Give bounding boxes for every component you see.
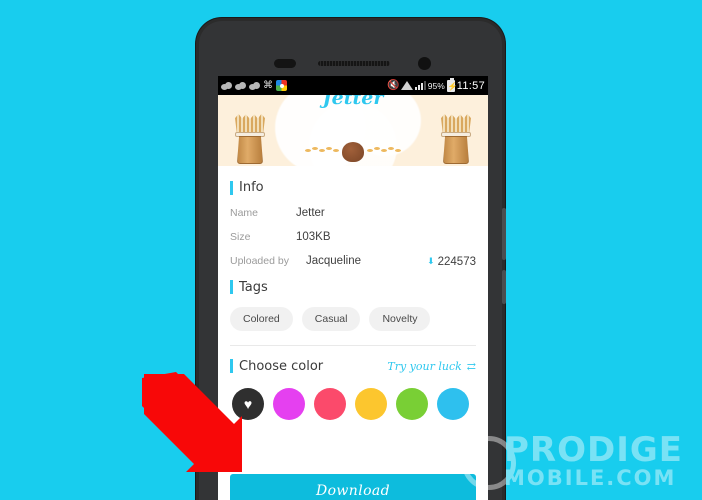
color-swatch-yellow[interactable] — [355, 387, 387, 420]
download-arrow-icon: ⬇ — [427, 256, 435, 266]
earpiece-speaker-icon — [318, 61, 390, 66]
download-button[interactable]: Download — [230, 474, 476, 500]
cloud-sync-icon — [249, 81, 260, 90]
info-section-heading: Info — [230, 166, 476, 195]
tag-chip[interactable]: Novelty — [369, 306, 431, 331]
cloud-sync-icon — [221, 81, 232, 90]
info-row-uploader: Uploaded by Jacqueline ⬇ 224573 — [230, 255, 476, 268]
power-button[interactable] — [502, 270, 506, 304]
color-swatch-blue[interactable] — [437, 387, 469, 420]
mute-icon: 🔇 — [387, 80, 399, 91]
tags-section-heading: Tags — [230, 268, 476, 295]
tag-chip[interactable]: Colored — [230, 306, 293, 331]
red-arrow-icon — [142, 372, 242, 472]
section-accent-bar — [230, 180, 233, 195]
wheat-ornament-icon — [305, 146, 339, 156]
wheat-ornament-icon — [367, 146, 401, 156]
info-value: Jacqueline — [306, 255, 361, 267]
info-heading-label: Info — [239, 180, 264, 195]
detail-content: Info Name Jetter Size 103KB Uploaded by … — [218, 166, 488, 500]
status-bar: ⌘ 🔇 95% ⚡ 11:57 — [218, 76, 488, 95]
battery-charging-icon: ⚡ — [446, 77, 458, 92]
try-your-luck-button[interactable]: Try your luck ⇄ — [387, 360, 476, 373]
color-swatch-magenta[interactable] — [273, 387, 305, 420]
section-divider — [230, 344, 476, 346]
choose-color-label: Choose color — [239, 358, 324, 374]
acorn-icon — [342, 142, 364, 162]
watermark-line-1: PRODIGE — [504, 430, 684, 470]
status-bar-left-icons: ⌘ — [221, 80, 287, 91]
shuffle-icon: ⇄ — [466, 359, 476, 373]
color-swatch-green[interactable] — [396, 387, 428, 420]
banner-title: Jetter — [322, 95, 384, 109]
signal-icon — [414, 81, 426, 90]
phone-screen: ⌘ 🔇 95% ⚡ 11:57 Jetter Info Name Jetter … — [218, 76, 488, 500]
info-value: Jetter — [296, 207, 325, 219]
usb-icon: ⌘ — [263, 79, 273, 91]
brush-icon — [230, 114, 270, 164]
proximity-sensor-icon — [274, 59, 296, 68]
info-value: 103KB — [296, 231, 331, 243]
tag-list: Colored Casual Novelty — [230, 306, 476, 331]
info-label: Name — [230, 207, 259, 219]
battery-percent: 95% — [427, 80, 445, 91]
try-your-luck-label: Try your luck — [387, 359, 462, 373]
status-bar-right-icons: 🔇 95% ⚡ 11:57 — [387, 77, 485, 92]
status-bar-clock: 11:57 — [456, 79, 485, 92]
info-label: Size — [230, 231, 251, 243]
wifi-icon — [400, 81, 413, 90]
color-section-heading: Choose color Try your luck ⇄ — [230, 359, 476, 374]
info-row-name: Name Jetter — [230, 207, 476, 219]
download-button-wrap: Download — [230, 474, 476, 500]
tag-chip[interactable]: Casual — [301, 306, 361, 331]
color-swatch-pink[interactable] — [314, 387, 346, 420]
info-label: Uploaded by — [230, 255, 289, 267]
tags-heading-label: Tags — [239, 279, 268, 295]
brush-icon — [436, 114, 476, 164]
cloud-sync-icon — [235, 81, 246, 90]
app-banner: Jetter — [218, 95, 488, 166]
watermark-line-2: MOBILE.COM — [504, 466, 677, 490]
photos-icon — [276, 80, 287, 91]
front-camera-icon — [418, 57, 431, 70]
download-count-value: 224573 — [437, 255, 476, 268]
download-count: ⬇ 224573 — [427, 256, 476, 268]
color-swatch-list: ♥ — [230, 387, 476, 420]
info-row-size: Size 103KB — [230, 231, 476, 243]
volume-button[interactable] — [502, 208, 506, 260]
section-accent-bar — [230, 280, 233, 294]
